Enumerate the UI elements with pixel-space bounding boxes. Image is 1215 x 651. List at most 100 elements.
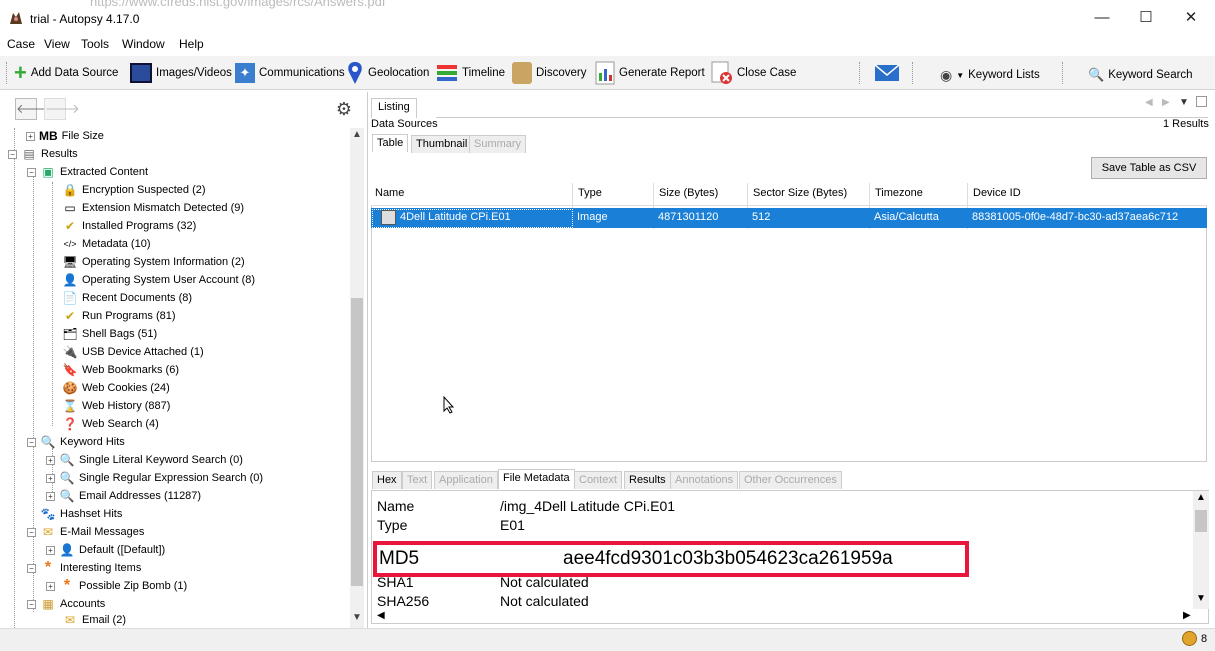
minimize-button[interactable]: — <box>1079 6 1125 30</box>
tree-extracted-content[interactable]: − ▣ Extracted Content <box>27 163 148 181</box>
scroll-down-icon[interactable]: ▼ <box>352 612 362 623</box>
collapse-icon[interactable]: − <box>8 149 17 159</box>
tab-menu-icon[interactable]: ▼ <box>1179 97 1189 108</box>
tab-thumbnail[interactable]: Thumbnail <box>411 135 473 153</box>
collapse-icon[interactable]: − <box>27 167 36 177</box>
expand-icon[interactable]: + <box>46 581 55 591</box>
tree-results[interactable]: − ▤ Results <box>8 145 78 163</box>
geolocation-button[interactable]: Geolocation <box>346 60 429 86</box>
tab-table[interactable]: Table <box>372 134 409 152</box>
scroll-left-icon[interactable]: ◀ <box>377 610 385 621</box>
tree-item-shell-bags[interactable]: 🗂 Shell Bags (51) <box>62 325 157 343</box>
notification-icon[interactable] <box>1182 631 1197 646</box>
tree-keyword-email[interactable]: + 🔍 Email Addresses (11287) <box>46 487 201 505</box>
metadata-scrollbar-thumb[interactable] <box>1195 510 1207 532</box>
keyword-search-button[interactable]: 🔍 Keyword Search <box>1088 62 1193 88</box>
expand-icon[interactable]: + <box>46 455 55 465</box>
keyword-lists-button[interactable]: ◉ ▼ Keyword Lists <box>940 62 1040 88</box>
add-data-source-button[interactable]: + Add Data Source <box>14 60 118 86</box>
tab-hex[interactable]: Hex <box>372 471 402 489</box>
column-device-id[interactable]: Device ID <box>973 187 1021 199</box>
metadata-scrollbar[interactable] <box>1193 491 1209 609</box>
menu-window[interactable]: Window <box>122 37 165 51</box>
plus-icon: + <box>14 60 27 85</box>
tab-file-metadata[interactable]: File Metadata <box>498 469 575 489</box>
tree-item-installed-programs[interactable]: ✔ Installed Programs (32) <box>62 217 196 235</box>
collapse-icon[interactable]: − <box>27 437 36 447</box>
tree-email-default[interactable]: + 👤 Default ([Default]) <box>46 541 165 559</box>
tree-keyword-literal[interactable]: + 🔍 Single Literal Keyword Search (0) <box>46 451 243 469</box>
tree-keyword-hits[interactable]: − 🔍 Keyword Hits <box>27 433 125 451</box>
close-case-button[interactable]: Close Case <box>711 60 796 86</box>
tree-item-metadata[interactable]: </> Metadata (10) <box>62 235 150 253</box>
menu-view[interactable]: View <box>44 37 70 51</box>
menu-case[interactable]: Case <box>7 37 35 51</box>
expand-icon[interactable]: + <box>46 473 55 483</box>
document-icon: 📄 <box>62 291 78 305</box>
scroll-down-icon[interactable]: ▼ <box>1196 593 1206 604</box>
column-timezone[interactable]: Timezone <box>875 187 923 199</box>
menu-tools[interactable]: Tools <box>81 37 109 51</box>
tree-hashset-hits[interactable]: 🐾 Hashset Hits <box>40 505 123 523</box>
discovery-button[interactable]: Discovery <box>512 60 586 86</box>
tree-file-size[interactable]: + MB File Size <box>26 127 104 145</box>
scroll-up-icon[interactable]: ▲ <box>352 129 362 140</box>
tab-other-occurrences[interactable]: Other Occurrences <box>739 471 842 489</box>
tree-item-web-history[interactable]: ⌛ Web History (887) <box>62 397 171 415</box>
tab-listing[interactable]: Listing <box>371 98 417 118</box>
column-size[interactable]: Size (Bytes) <box>659 187 718 199</box>
tree-email-account[interactable]: ✉ Email (2) <box>62 613 126 627</box>
tab-application[interactable]: Application <box>434 471 498 489</box>
timeline-icon <box>437 65 457 81</box>
tree-item-usb-device[interactable]: 🔌 USB Device Attached (1) <box>62 343 204 361</box>
column-name[interactable]: Name <box>375 187 404 199</box>
tab-summary[interactable]: Summary <box>469 135 527 153</box>
tree-keyword-regex[interactable]: + 🔍 Single Regular Expression Search (0) <box>46 469 263 487</box>
tree-item-run-programs[interactable]: ✔ Run Programs (81) <box>62 307 176 325</box>
expand-icon[interactable]: + <box>46 545 55 555</box>
tree-item-web-bookmarks[interactable]: 🔖 Web Bookmarks (6) <box>62 361 179 379</box>
collapse-icon[interactable]: − <box>27 527 36 537</box>
tree-accounts[interactable]: − ▦ Accounts <box>27 595 105 613</box>
maximize-pane-icon[interactable] <box>1196 96 1207 107</box>
tab-scroll-right-icon[interactable]: ▶ <box>1162 97 1170 108</box>
tab-results[interactable]: Results <box>624 471 671 489</box>
save-table-csv-button[interactable]: Save Table as CSV <box>1091 157 1207 179</box>
email-button[interactable] <box>874 60 900 86</box>
collapse-icon[interactable]: − <box>27 563 36 573</box>
tab-annotations[interactable]: Annotations <box>670 471 739 489</box>
tree-item-extension-mismatch[interactable]: ▭ Extension Mismatch Detected (9) <box>62 199 244 217</box>
tree-scrollbar-thumb[interactable] <box>351 298 363 586</box>
computer-icon: 🖥 <box>62 255 78 269</box>
search-icon: 🔍 <box>59 453 75 467</box>
forward-button[interactable]: 🡒 <box>44 98 80 120</box>
expand-icon[interactable]: + <box>26 131 35 141</box>
tab-scroll-left-icon[interactable]: ◀ <box>1145 97 1153 108</box>
tree-item-web-search[interactable]: ❓ Web Search (4) <box>62 415 159 433</box>
tree-item-os-info[interactable]: 🖥 Operating System Information (2) <box>62 253 244 271</box>
scroll-right-icon[interactable]: ▶ <box>1183 610 1191 621</box>
tree-item-recent-documents[interactable]: 📄 Recent Documents (8) <box>62 289 193 307</box>
tree-item-encryption[interactable]: 🔒 Encryption Suspected (2) <box>62 181 206 199</box>
tree-zip-bomb[interactable]: + * Possible Zip Bomb (1) <box>46 577 187 595</box>
images-videos-button[interactable]: Images/Videos <box>130 60 232 86</box>
gear-icon[interactable]: ⚙ <box>332 98 356 122</box>
menu-help[interactable]: Help <box>179 37 204 51</box>
tab-context[interactable]: Context <box>574 471 622 489</box>
tree-interesting-items[interactable]: − * Interesting Items <box>27 559 141 577</box>
column-sector-size[interactable]: Sector Size (Bytes) <box>753 187 847 199</box>
collapse-icon[interactable]: − <box>27 599 36 609</box>
tree-email-messages[interactable]: − ✉ E-Mail Messages <box>27 523 144 541</box>
generate-report-button[interactable]: Generate Report <box>595 60 705 86</box>
close-window-button[interactable]: ✕ <box>1168 6 1214 30</box>
tree-item-os-user-account[interactable]: 👤 Operating System User Account (8) <box>62 271 256 289</box>
column-type[interactable]: Type <box>578 187 602 199</box>
expand-icon[interactable]: + <box>46 491 55 501</box>
tab-text[interactable]: Text <box>402 471 433 489</box>
maximize-button[interactable]: ☐ <box>1123 6 1169 30</box>
scroll-up-icon[interactable]: ▲ <box>1196 492 1206 503</box>
timeline-button[interactable]: Timeline <box>436 60 505 86</box>
tree-item-web-cookies[interactable]: 🍪 Web Cookies (24) <box>62 379 170 397</box>
communications-button[interactable]: ✦ Communications <box>235 60 345 86</box>
back-button[interactable]: 🡐 <box>15 98 51 120</box>
